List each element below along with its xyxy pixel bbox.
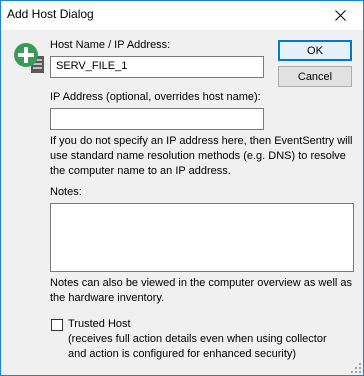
notes-field[interactable] (50, 203, 354, 272)
notes-help-text: Notes can also be viewed in the computer… (50, 277, 353, 304)
close-icon (334, 10, 346, 21)
add-server-icon (14, 43, 44, 73)
resize-grip-icon[interactable] (351, 363, 361, 373)
ip-address-field[interactable] (50, 108, 264, 130)
ip-address-help-text: If you do not specify an IP address here… (50, 135, 353, 177)
close-button[interactable] (317, 1, 363, 30)
host-name-value: SERV_FILE_1 (56, 60, 128, 72)
host-name-field[interactable]: SERV_FILE_1 (50, 56, 264, 78)
ok-button[interactable]: OK (278, 40, 352, 61)
window-title: Add Host Dialog (7, 7, 94, 21)
notes-label: Notes: (50, 186, 82, 198)
ok-button-label: OK (307, 44, 323, 57)
dialog-body: Host Name / IP Address: SERV_FILE_1 OK C… (1, 30, 363, 375)
trusted-host-checkbox[interactable] (51, 319, 63, 331)
trusted-host-description: (receives full action details even when … (68, 333, 327, 360)
trusted-host-label[interactable]: Trusted Host (68, 318, 131, 330)
cancel-button[interactable]: Cancel (278, 66, 352, 87)
title-bar: Add Host Dialog (1, 1, 363, 30)
ip-address-label: IP Address (optional, overrides host nam… (50, 91, 261, 103)
add-host-dialog: Add Host Dialog Host Name / IP Address: … (0, 0, 364, 376)
cancel-button-label: Cancel (297, 70, 333, 83)
host-name-label: Host Name / IP Address: (50, 39, 171, 51)
